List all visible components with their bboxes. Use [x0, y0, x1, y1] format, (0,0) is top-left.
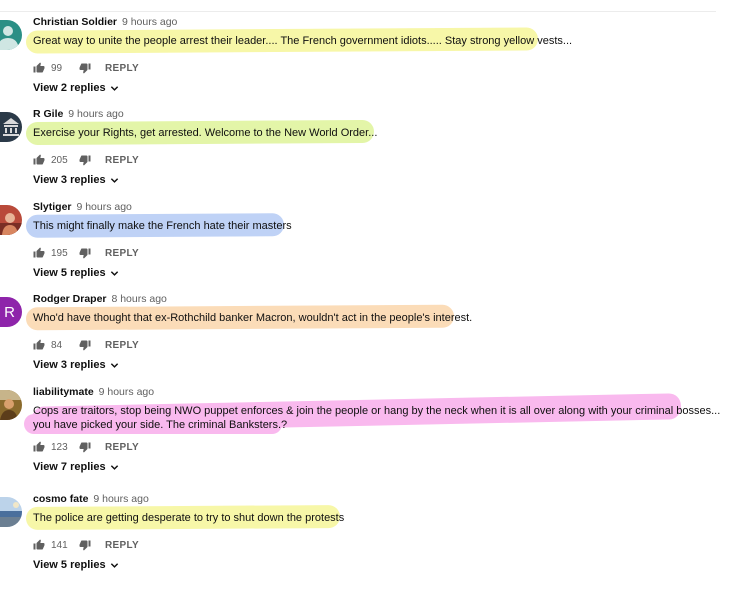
author-name[interactable]: Christian Soldier [33, 16, 117, 28]
comment-header: Slytiger 9 hours ago [33, 201, 132, 214]
comment-text: Who'd have thought that ex-Rothchild ban… [33, 312, 473, 324]
thumbs-down-icon[interactable] [79, 154, 91, 166]
view-replies-button[interactable]: View 5 replies [33, 559, 119, 571]
reply-button[interactable]: REPLY [105, 340, 139, 351]
view-replies-button[interactable]: View 3 replies [33, 174, 119, 186]
view-replies-button[interactable]: View 2 replies [33, 82, 119, 94]
thumbs-down-icon[interactable] [79, 62, 91, 74]
timestamp[interactable]: 9 hours ago [122, 16, 177, 28]
like-count: 205 [51, 154, 68, 166]
chevron-down-icon [110, 464, 118, 470]
thumbs-down-icon[interactable] [79, 441, 91, 453]
comment-thread: Slytiger 9 hours ago This might finally … [0, 201, 735, 293]
reply-button[interactable]: REPLY [105, 63, 139, 74]
view-replies-button[interactable]: View 7 replies [33, 461, 119, 473]
reply-button[interactable]: REPLY [105, 155, 139, 166]
view-replies-label: View 3 replies [33, 359, 106, 371]
avatar[interactable] [0, 497, 22, 527]
thumbs-down-icon[interactable] [79, 339, 91, 351]
thumbs-up-icon[interactable] [33, 247, 45, 259]
avatar[interactable]: R [0, 297, 22, 327]
author-name[interactable]: Rodger Draper [33, 293, 107, 305]
person-silhouette-icon [0, 20, 22, 50]
comment-text-line-2: you have picked your side. The criminal … [33, 419, 288, 431]
avatar[interactable] [0, 205, 22, 235]
like-count: 123 [51, 441, 68, 453]
timestamp[interactable]: 9 hours ago [76, 201, 131, 213]
view-replies-label: View 3 replies [33, 174, 106, 186]
comment-thread: cosmo fate 9 hours ago The police are ge… [0, 493, 735, 585]
author-name[interactable]: Slytiger [33, 201, 72, 213]
thumbs-up-icon[interactable] [33, 62, 45, 74]
timestamp[interactable]: 8 hours ago [111, 293, 166, 305]
comment-thread: Christian Soldier 9 hours ago Great way … [0, 16, 735, 108]
like-count: 99 [51, 62, 63, 74]
author-name[interactable]: cosmo fate [33, 493, 88, 505]
comment-header: cosmo fate 9 hours ago [33, 493, 149, 506]
chevron-down-icon [110, 270, 118, 276]
photo-avatar-icon [0, 390, 22, 420]
view-replies-label: View 2 replies [33, 82, 106, 94]
avatar-letter: R [4, 303, 15, 321]
like-count: 84 [51, 339, 63, 351]
comment-text-line-1: Cops are traitors, stop being NWO puppet… [33, 405, 721, 417]
like-count: 141 [51, 539, 68, 551]
chevron-down-icon [110, 177, 118, 183]
comment-thread: R Rodger Draper 8 hours ago Who'd have t… [0, 293, 735, 385]
thumbs-up-icon[interactable] [33, 441, 45, 453]
comment-header: liabilitymate 9 hours ago [33, 386, 154, 399]
reply-button[interactable]: REPLY [105, 248, 139, 259]
badge-logo-icon [0, 112, 22, 142]
timestamp[interactable]: 9 hours ago [93, 493, 148, 505]
author-name[interactable]: R Gile [33, 108, 63, 120]
like-count: 195 [51, 247, 68, 259]
avatar[interactable] [0, 20, 22, 50]
view-replies-label: View 7 replies [33, 461, 106, 473]
comment-header: Rodger Draper 8 hours ago [33, 293, 167, 306]
chevron-down-icon [110, 562, 118, 568]
view-replies-button[interactable]: View 3 replies [33, 359, 119, 371]
view-replies-label: View 5 replies [33, 267, 106, 279]
chevron-down-icon [110, 362, 118, 368]
top-divider [0, 11, 716, 12]
comment-actions: 195 REPLY [33, 246, 139, 260]
reply-button[interactable]: REPLY [105, 540, 139, 551]
avatar[interactable] [0, 390, 22, 420]
comment-header: Christian Soldier 9 hours ago [33, 16, 177, 29]
comment-header: R Gile 9 hours ago [33, 108, 124, 121]
thumbs-down-icon[interactable] [79, 539, 91, 551]
comment-actions: 205 REPLY [33, 153, 139, 167]
landscape-photo-icon [0, 497, 22, 527]
view-replies-label: View 5 replies [33, 559, 106, 571]
reply-button[interactable]: REPLY [105, 442, 139, 453]
thumbs-up-icon[interactable] [33, 154, 45, 166]
comment-thread: liabilitymate 9 hours ago Cops are trait… [0, 386, 735, 486]
comment-actions: 141 REPLY [33, 538, 139, 552]
photo-avatar-icon [0, 205, 22, 235]
comment-actions: 84 REPLY [33, 338, 139, 352]
timestamp[interactable]: 9 hours ago [99, 386, 154, 398]
comment-text: The police are getting desperate to try … [33, 512, 345, 524]
view-replies-button[interactable]: View 5 replies [33, 267, 119, 279]
author-name[interactable]: liabilitymate [33, 386, 94, 398]
comment-text: Great way to unite the people arrest the… [33, 35, 573, 47]
comment-actions: 123 REPLY [33, 440, 139, 454]
comment-text: Exercise your Rights, get arrested. Welc… [33, 127, 378, 139]
thumbs-up-icon[interactable] [33, 539, 45, 551]
thumbs-down-icon[interactable] [79, 247, 91, 259]
avatar[interactable] [0, 112, 22, 142]
thumbs-up-icon[interactable] [33, 339, 45, 351]
timestamp[interactable]: 9 hours ago [68, 108, 123, 120]
comment-thread: R Gile 9 hours ago Exercise your Rights,… [0, 108, 735, 200]
chevron-down-icon [110, 85, 118, 91]
comment-actions: 99 REPLY [33, 61, 139, 75]
comment-text: This might finally make the French hate … [33, 220, 292, 232]
